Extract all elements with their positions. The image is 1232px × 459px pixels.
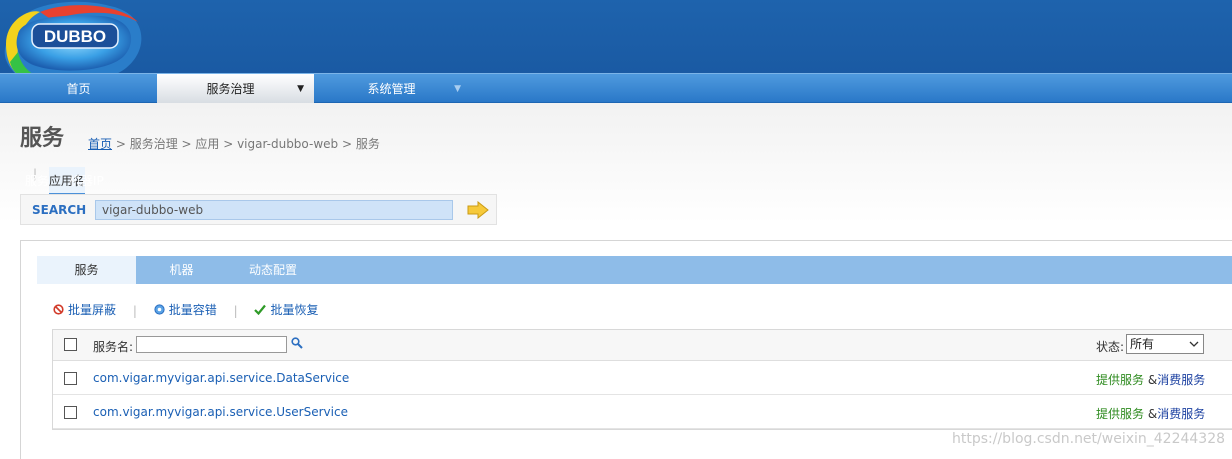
service-name-link[interactable]: com.vigar.myvigar.api.service.DataServic… [93,371,349,385]
action-label: 批量恢复 [270,303,319,317]
batch-recover-button[interactable]: 批量恢复 [254,301,318,318]
service-links: 提供服务 &消费服务 [1096,405,1205,422]
chevron-down-icon: ▼ [297,84,304,94]
action-label: 批量屏蔽 [68,303,117,317]
divider: | [132,304,137,318]
search-label: SEARCH [32,203,87,217]
provide-service-link[interactable]: 提供服务 [1096,407,1144,421]
row-checkbox[interactable] [64,406,77,419]
breadcrumb-path: > 服务治理 > 应用 > vigar-dubbo-web > 服务 [112,137,380,151]
table-row: com.vigar.myvigar.api.service.UserServic… [53,395,1232,429]
status-selected-value: 所有 [1130,337,1155,351]
status-label: 状态: [1096,340,1125,354]
action-label: 批量容错 [168,303,217,317]
arrow-right-icon[interactable] [467,201,489,219]
nav-item-label: 系统管理 [367,82,416,96]
nav-item-system-management[interactable]: 系统管理 ▼ [314,74,471,103]
ampersand: & [1147,407,1158,421]
search-type-tabs: 服务名 | 应用名 | 机器IP [25,167,104,195]
service-name-filter-input[interactable] [136,336,287,353]
consume-service-link[interactable]: 消费服务 [1157,373,1205,387]
table-header: 服务名: 状态: 所有 [53,330,1232,361]
search-icon[interactable] [291,337,303,349]
divider: | [233,304,238,318]
search-tab-machine-ip[interactable]: 机器IP [69,167,104,195]
status-select[interactable]: 所有 [1126,334,1204,354]
chevron-down-icon: ▼ [454,84,461,94]
nav-item-home[interactable]: 首页 [0,74,157,103]
services-panel: 服务 机器 动态配置 批量屏蔽 | 批量容错 | 批量恢复 服务名: 状态: 所… [20,240,1232,459]
batch-actions: 批量屏蔽 | 批量容错 | 批量恢复 [53,301,318,318]
block-icon [53,304,64,315]
header-bar [0,0,1232,73]
nav-item-label: 首页 [66,82,91,96]
table-row: com.vigar.myvigar.api.service.DataServic… [53,361,1232,395]
tab-dynamic-config[interactable]: 动态配置 [227,256,319,284]
services-table: 服务名: 状态: 所有 com.vigar.myvigar.api.servic… [52,329,1232,430]
batch-block-button[interactable]: 批量屏蔽 [53,301,116,318]
search-input[interactable]: vigar-dubbo-web [95,200,453,220]
tab-machines[interactable]: 机器 [136,256,227,284]
row-checkbox[interactable] [64,372,77,385]
main-nav: 首页 服务治理 ▼ 系统管理 ▼ [0,73,1232,103]
tab-services[interactable]: 服务 [37,256,136,284]
logo-text: DUBBO [44,27,106,46]
search-box: SEARCH vigar-dubbo-web [20,194,497,225]
ampersand: & [1147,373,1158,387]
breadcrumb-home-link[interactable]: 首页 [88,137,112,151]
service-name-link[interactable]: com.vigar.myvigar.api.service.UserServic… [93,405,348,419]
watermark: https://blog.csdn.net/weixin_42244328 [952,431,1226,447]
check-icon [254,304,267,315]
chevron-down-icon [1189,341,1199,347]
consume-service-link[interactable]: 消费服务 [1157,407,1205,421]
select-all-checkbox[interactable] [64,338,77,351]
nav-item-service-governance[interactable]: 服务治理 ▼ [157,74,314,103]
nav-item-label: 服务治理 [206,82,255,96]
shield-icon [154,304,165,315]
provide-service-link[interactable]: 提供服务 [1096,373,1144,387]
service-links: 提供服务 &消费服务 [1096,371,1205,388]
filter-label: 服务名: [93,340,134,354]
page-title: 服务 [20,126,65,151]
batch-tolerance-button[interactable]: 批量容错 [154,301,217,318]
breadcrumb: 首页 > 服务治理 > 应用 > vigar-dubbo-web > 服务 [88,135,380,152]
panel-tab-bar: 服务 机器 动态配置 [37,256,1232,284]
